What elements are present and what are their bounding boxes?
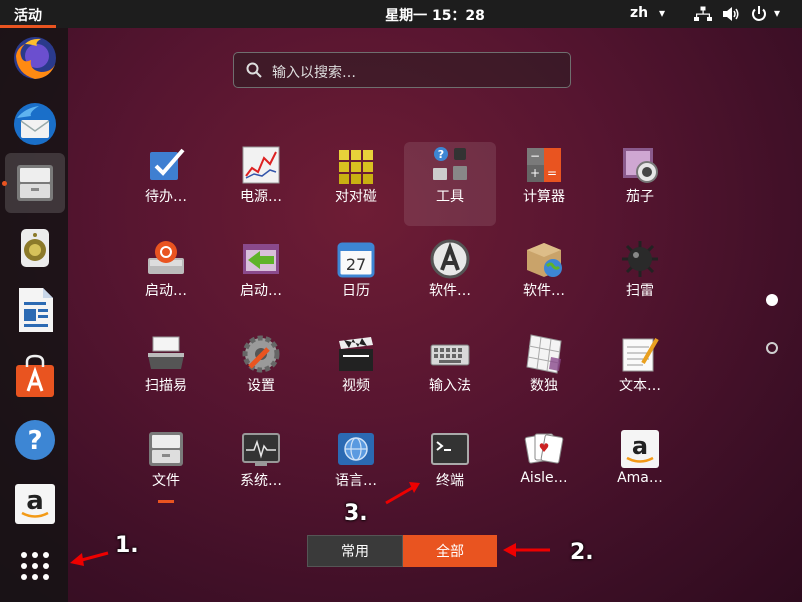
- annotation-label: 3.: [344, 501, 368, 526]
- annotation-arrow: [385, 482, 420, 505]
- annotation-layer: [70, 482, 550, 566]
- annotation-label: 2.: [570, 540, 594, 565]
- annotation-label: 1.: [115, 533, 139, 558]
- annotation-arrow: [70, 551, 109, 566]
- annotation-arrow: [503, 543, 550, 557]
